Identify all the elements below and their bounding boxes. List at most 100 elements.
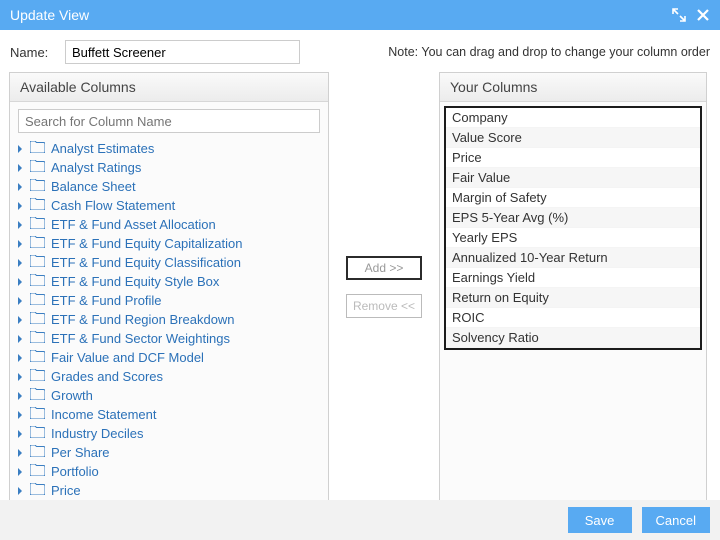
expand-icon[interactable] bbox=[672, 8, 686, 22]
your-column-row[interactable]: Earnings Yield bbox=[446, 268, 700, 288]
tree-item-label: ETF & Fund Region Breakdown bbox=[51, 312, 235, 327]
window-title: Update View bbox=[10, 7, 89, 23]
save-button[interactable]: Save bbox=[568, 507, 632, 533]
tree-item[interactable]: Balance Sheet bbox=[16, 177, 328, 196]
tree-item[interactable]: Analyst Estimates bbox=[16, 139, 328, 158]
your-column-row[interactable]: Yearly EPS bbox=[446, 228, 700, 248]
folder-icon bbox=[30, 426, 45, 441]
tree-item[interactable]: Price bbox=[16, 481, 328, 500]
folder-icon bbox=[30, 369, 45, 384]
tree-item[interactable]: ETF & Fund Asset Allocation bbox=[16, 215, 328, 234]
tree-item[interactable]: Growth bbox=[16, 386, 328, 405]
caret-right-icon bbox=[16, 316, 24, 324]
tree-item[interactable]: Fair Value and DCF Model bbox=[16, 348, 328, 367]
caret-right-icon bbox=[16, 297, 24, 305]
tree-item[interactable]: ETF & Fund Equity Capitalization bbox=[16, 234, 328, 253]
folder-icon bbox=[30, 445, 45, 460]
caret-right-icon bbox=[16, 145, 24, 153]
tree-item[interactable]: Industry Deciles bbox=[16, 424, 328, 443]
tree-item-label: ETF & Fund Asset Allocation bbox=[51, 217, 216, 232]
your-columns-list[interactable]: CompanyValue ScorePriceFair ValueMargin … bbox=[444, 106, 702, 350]
available-header: Available Columns bbox=[10, 73, 328, 102]
tree-item-label: Income Statement bbox=[51, 407, 157, 422]
your-column-row[interactable]: Solvency Ratio bbox=[446, 328, 700, 348]
available-tree[interactable]: Analyst Estimates Analyst Ratings Balance … bbox=[10, 137, 328, 501]
close-icon[interactable] bbox=[696, 8, 710, 22]
your-columns-panel: Your Columns CompanyValue ScorePriceFair… bbox=[439, 72, 707, 502]
tree-item[interactable]: Portfolio bbox=[16, 462, 328, 481]
tree-item[interactable]: Per Share bbox=[16, 443, 328, 462]
tree-item[interactable]: ETF & Fund Equity Style Box bbox=[16, 272, 328, 291]
cancel-button[interactable]: Cancel bbox=[642, 507, 710, 533]
caret-right-icon bbox=[16, 183, 24, 191]
tree-item[interactable]: ETF & Fund Region Breakdown bbox=[16, 310, 328, 329]
caret-right-icon bbox=[16, 411, 24, 419]
caret-right-icon bbox=[16, 164, 24, 172]
folder-icon bbox=[30, 198, 45, 213]
tree-item-label: ETF & Fund Equity Style Box bbox=[51, 274, 219, 289]
tree-item-label: ETF & Fund Equity Classification bbox=[51, 255, 241, 270]
folder-icon bbox=[30, 255, 45, 270]
your-column-row[interactable]: EPS 5-Year Avg (%) bbox=[446, 208, 700, 228]
add-button[interactable]: Add >> bbox=[346, 256, 422, 280]
tree-item-label: Growth bbox=[51, 388, 93, 403]
remove-button[interactable]: Remove << bbox=[346, 294, 422, 318]
caret-right-icon bbox=[16, 335, 24, 343]
folder-icon bbox=[30, 483, 45, 498]
tree-item[interactable]: ETF & Fund Sector Weightings bbox=[16, 329, 328, 348]
caret-right-icon bbox=[16, 240, 24, 248]
your-column-row[interactable]: ROIC bbox=[446, 308, 700, 328]
tree-item-label: Balance Sheet bbox=[51, 179, 136, 194]
folder-icon bbox=[30, 331, 45, 346]
your-column-row[interactable]: Margin of Safety bbox=[446, 188, 700, 208]
tree-item-label: ETF & Fund Profile bbox=[51, 293, 162, 308]
folder-icon bbox=[30, 350, 45, 365]
caret-right-icon bbox=[16, 373, 24, 381]
tree-item-label: ETF & Fund Equity Capitalization bbox=[51, 236, 242, 251]
drag-note: Note: You can drag and drop to change yo… bbox=[388, 45, 710, 59]
caret-right-icon bbox=[16, 392, 24, 400]
caret-right-icon bbox=[16, 202, 24, 210]
name-input[interactable] bbox=[65, 40, 300, 64]
tree-item[interactable]: Income Statement bbox=[16, 405, 328, 424]
caret-right-icon bbox=[16, 468, 24, 476]
caret-right-icon bbox=[16, 278, 24, 286]
folder-icon bbox=[30, 179, 45, 194]
folder-icon bbox=[30, 217, 45, 232]
folder-icon bbox=[30, 407, 45, 422]
folder-icon bbox=[30, 388, 45, 403]
caret-right-icon bbox=[16, 221, 24, 229]
your-column-row[interactable]: Value Score bbox=[446, 128, 700, 148]
tree-item-label: Grades and Scores bbox=[51, 369, 163, 384]
your-column-row[interactable]: Annualized 10-Year Return bbox=[446, 248, 700, 268]
tree-item-label: Per Share bbox=[51, 445, 110, 460]
caret-right-icon bbox=[16, 354, 24, 362]
tree-item[interactable]: Analyst Ratings bbox=[16, 158, 328, 177]
name-row: Name: Note: You can drag and drop to cha… bbox=[0, 30, 720, 72]
search-input[interactable] bbox=[18, 109, 320, 133]
folder-icon bbox=[30, 236, 45, 251]
tree-item-label: ETF & Fund Sector Weightings bbox=[51, 331, 230, 346]
your-column-row[interactable]: Price bbox=[446, 148, 700, 168]
your-header: Your Columns bbox=[440, 73, 706, 102]
your-column-row[interactable]: Fair Value bbox=[446, 168, 700, 188]
folder-icon bbox=[30, 464, 45, 479]
caret-right-icon bbox=[16, 449, 24, 457]
your-column-row[interactable]: Company bbox=[446, 108, 700, 128]
folder-icon bbox=[30, 141, 45, 156]
tree-item-label: Industry Deciles bbox=[51, 426, 143, 441]
tree-item[interactable]: Grades and Scores bbox=[16, 367, 328, 386]
footer: Save Cancel bbox=[0, 500, 720, 540]
your-column-row[interactable]: Return on Equity bbox=[446, 288, 700, 308]
tree-item-label: Analyst Estimates bbox=[51, 141, 154, 156]
tree-item-label: Price bbox=[51, 483, 81, 498]
caret-right-icon bbox=[16, 430, 24, 438]
tree-item-label: Fair Value and DCF Model bbox=[51, 350, 204, 365]
tree-item[interactable]: ETF & Fund Equity Classification bbox=[16, 253, 328, 272]
mid-buttons: Add >> Remove << bbox=[329, 72, 439, 502]
panels: Available Columns Analyst EstimatesAnaly… bbox=[0, 72, 720, 502]
folder-icon bbox=[30, 160, 45, 175]
tree-item[interactable]: Cash Flow Statement bbox=[16, 196, 328, 215]
folder-icon bbox=[30, 274, 45, 289]
tree-item[interactable]: ETF & Fund Profile bbox=[16, 291, 328, 310]
